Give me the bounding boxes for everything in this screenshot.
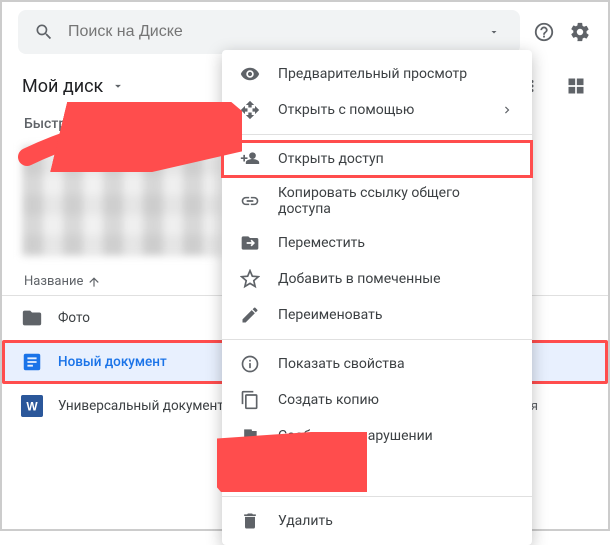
chevron-down-icon[interactable] (111, 79, 125, 93)
person-add-icon (240, 149, 260, 169)
context-menu: Предварительный просмотр Открыть с помощ… (222, 50, 532, 545)
grid-view-icon[interactable] (564, 74, 588, 98)
menu-label: Удалить (278, 513, 333, 529)
info-icon (240, 354, 260, 374)
menu-label: Скачать (278, 464, 332, 480)
menu-make-copy[interactable]: Создать копию (222, 382, 532, 418)
menu-preview[interactable]: Предварительный просмотр (222, 56, 532, 92)
search-input[interactable] (68, 23, 470, 41)
search-bar[interactable] (18, 10, 520, 54)
menu-separator (222, 496, 532, 497)
menu-copy-link[interactable]: Копировать ссылку общего доступа (222, 177, 532, 225)
svg-text:W: W (26, 400, 38, 414)
gdoc-icon (20, 350, 44, 374)
move-arrows-icon (240, 100, 260, 120)
word-icon: W (20, 394, 44, 418)
col-name-label: Название (24, 274, 83, 289)
menu-label: Предварительный просмотр (278, 66, 467, 82)
trash-icon (240, 511, 260, 531)
menu-label: Открыть доступ (278, 151, 384, 167)
menu-label: Копировать ссылку общего доступа (278, 185, 514, 217)
folder-icon (20, 306, 44, 330)
help-icon[interactable] (532, 20, 556, 44)
menu-open-with[interactable]: Открыть с помощью (222, 92, 532, 128)
menu-label: Открыть с помощью (278, 102, 414, 118)
menu-label: Показать свойства (278, 356, 405, 372)
menu-separator (222, 134, 532, 135)
menu-label: Переместить (278, 235, 365, 251)
dropdown-icon[interactable] (482, 20, 506, 44)
menu-download[interactable]: Скачать (222, 454, 532, 490)
chevron-right-icon (500, 103, 514, 117)
menu-label: Создать копию (278, 392, 379, 408)
menu-star[interactable]: Добавить в помеченные (222, 261, 532, 297)
menu-move[interactable]: Переместить (222, 225, 532, 261)
search-icon (32, 20, 56, 44)
menu-report[interactable]: Сообщить о нарушении (222, 418, 532, 454)
download-icon (240, 462, 260, 482)
menu-delete[interactable]: Удалить (222, 503, 532, 539)
menu-separator (222, 339, 532, 340)
star-icon (240, 269, 260, 289)
folder-move-icon (240, 233, 260, 253)
eye-icon (240, 64, 260, 84)
copy-icon (240, 390, 260, 410)
quick-access-thumbnail[interactable] (22, 146, 222, 256)
menu-rename[interactable]: Переименовать (222, 297, 532, 333)
gear-icon[interactable] (568, 20, 592, 44)
pencil-icon (240, 305, 260, 325)
menu-label: Переименовать (278, 307, 383, 323)
flag-icon (240, 426, 260, 446)
menu-share[interactable]: Открыть доступ (222, 141, 532, 177)
drive-title[interactable]: Мой диск (22, 76, 103, 97)
menu-label: Сообщить о нарушении (278, 428, 433, 444)
menu-label: Добавить в помеченные (278, 271, 441, 287)
menu-details[interactable]: Показать свойства (222, 346, 532, 382)
link-icon (240, 191, 260, 211)
